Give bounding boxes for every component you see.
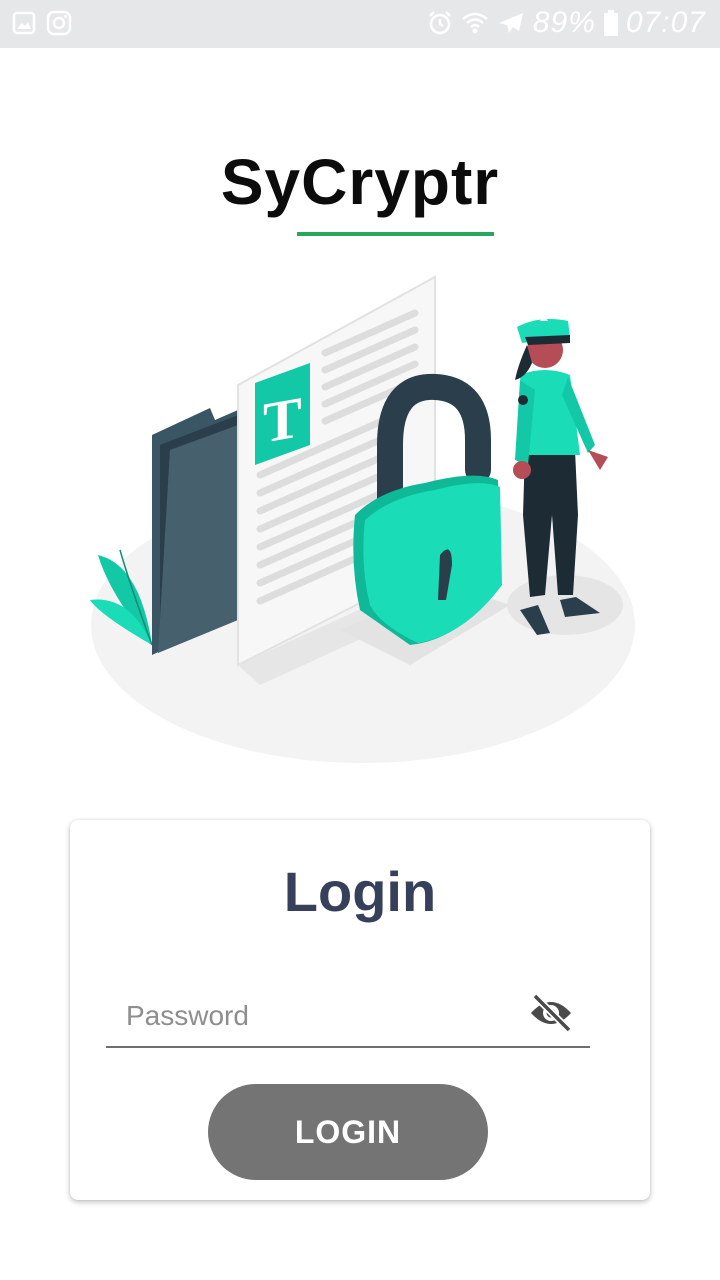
svg-text:T: T [263,384,302,455]
status-right-icons: 89% 07:07 [427,6,706,40]
gallery-icon [12,11,36,35]
eye-off-icon [529,993,573,1038]
password-input[interactable] [126,994,516,1038]
instagram-icon [46,10,72,36]
app-title: SyCryptr [220,146,500,218]
password-field [106,988,590,1048]
login-card: Login LOGIN [70,820,650,1200]
title-underline [297,232,494,236]
security-illustration: T [80,265,640,775]
clock: 07:07 [625,6,706,39]
battery-icon [603,10,618,36]
app-title-wrap: SyCryptr [0,150,720,214]
alarm-icon [427,10,453,36]
status-bar: 89% 07:07 [0,0,720,48]
status-left-icons [12,10,72,36]
toggle-password-visibility[interactable] [528,993,574,1038]
battery-percent: 89% [532,6,596,39]
wifi-icon [461,10,489,36]
airplane-icon [497,9,525,37]
login-button[interactable]: LOGIN [208,1084,488,1180]
login-title: Login [283,860,437,923]
